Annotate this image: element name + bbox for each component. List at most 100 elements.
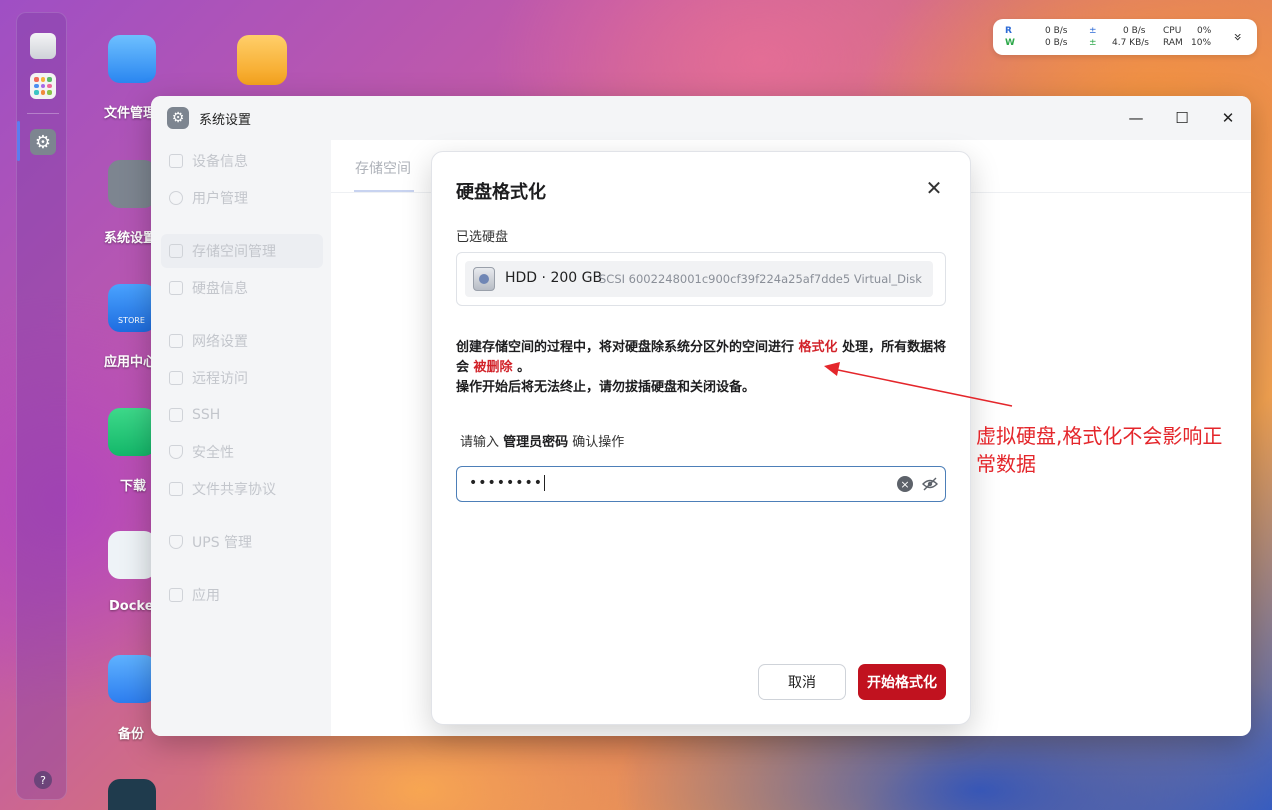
annotation-note: 虚拟硬盘,格式化不会影响正常数据 <box>976 424 1223 476</box>
write-down: 0 B/s <box>1045 38 1068 48</box>
ram-value: 10% <box>1191 38 1212 48</box>
sidebar-item-storage[interactable]: 存储空间管理 <box>161 234 323 268</box>
sidebar-item-label: 存储空间管理 <box>192 244 276 260</box>
read-up: 0 B/s <box>1123 26 1146 36</box>
sidebar-item-file-sharing[interactable]: 文件共享协议 <box>161 472 323 506</box>
selected-disk-box: HDD · 200 GB SCSI 6002248001c900cf39f224… <box>456 252 946 306</box>
store-text: STORE <box>118 316 145 325</box>
password-prompt-prefix: 请输入 <box>460 435 504 450</box>
sidebar-item-ups[interactable]: UPS 管理 <box>161 525 323 559</box>
format-warning: 创建存储空间的过程中，将对硬盘除系统分区外的空间进行 格式化 处理，所有数据将会… <box>456 338 948 398</box>
desktop-label-download: 下载 <box>120 479 147 494</box>
desktop-label-appstore: 应用中心 <box>104 355 157 370</box>
sidebar-item-ssh[interactable]: SSH <box>161 398 323 432</box>
down-arrow-icon: ± <box>1089 38 1097 48</box>
sidebar-item-label: 硬盘信息 <box>192 281 248 297</box>
minimize-button[interactable]: — <box>1124 106 1148 130</box>
password-prompt: 请输入 管理员密码 确认操作 <box>460 431 624 450</box>
desktop-label-settings: 系统设置 <box>104 231 157 246</box>
notes-icon[interactable] <box>237 35 287 85</box>
resource-monitor-icon[interactable] <box>108 779 156 810</box>
maximize-button[interactable]: ☐ <box>1170 106 1194 130</box>
read-label: R <box>1005 26 1012 36</box>
sidebar-item-apps[interactable]: 应用 <box>161 578 323 612</box>
settings-gear-icon: ⚙ <box>167 107 189 129</box>
disk-icon <box>169 281 183 295</box>
sidebar-item-remote-access[interactable]: 远程访问 <box>161 361 323 395</box>
file-manager-icon[interactable] <box>108 35 156 83</box>
password-dots: •••••••• <box>469 475 544 491</box>
sidebar-item-label: 设备信息 <box>192 154 248 170</box>
dock-settings-icon[interactable]: ⚙ <box>30 129 56 155</box>
read-down: 0 B/s <box>1045 26 1068 36</box>
ram-label: RAM <box>1163 38 1183 48</box>
sidebar-item-label: 文件共享协议 <box>192 482 276 498</box>
sidebar-item-label: 应用 <box>192 588 220 604</box>
dialog-close-button[interactable]: ✕ <box>922 176 946 200</box>
clear-input-icon[interactable]: × <box>897 476 913 492</box>
cancel-button[interactable]: 取消 <box>758 664 846 700</box>
sidebar-item-network[interactable]: 网络设置 <box>161 324 323 358</box>
user-icon <box>169 191 183 205</box>
download-icon[interactable] <box>108 408 156 456</box>
tab-storage[interactable]: 存储空间 <box>355 158 411 178</box>
sidebar-item-security[interactable]: 安全性 <box>161 435 323 469</box>
disk-entry: HDD · 200 GB SCSI 6002248001c900cf39f224… <box>465 261 933 297</box>
disk-type-size: HDD · 200 GB <box>505 270 603 286</box>
device-icon <box>169 154 183 168</box>
desktop-monitor-icon[interactable] <box>30 33 56 59</box>
write-label: W <box>1005 38 1015 48</box>
window-titlebar[interactable]: ⚙ 系统设置 — ☐ ✕ <box>151 96 1251 140</box>
eye-hidden-icon[interactable] <box>921 475 939 493</box>
system-settings-icon[interactable] <box>108 160 156 208</box>
up-arrow-icon: ± <box>1089 26 1097 36</box>
cpu-value: 0% <box>1197 26 1212 36</box>
sidebar-item-label: 网络设置 <box>192 334 248 350</box>
help-icon[interactable]: ? <box>34 771 52 789</box>
start-format-button[interactable]: 开始格式化 <box>858 664 946 700</box>
format-disk-dialog: 硬盘格式化 ✕ 已选硬盘 HDD · 200 GB SCSI 600224800… <box>431 151 971 725</box>
app-grid-icon[interactable] <box>30 73 56 99</box>
network-icon <box>169 334 183 348</box>
dock-active-indicator <box>17 121 20 161</box>
dock: ⚙ ? <box>16 12 67 800</box>
storage-icon <box>169 244 183 258</box>
warning-text-1: 创建存储空间的过程中，将对硬盘除系统分区外的空间进行 <box>456 340 799 355</box>
close-window-button[interactable]: ✕ <box>1216 106 1240 130</box>
admin-password-input[interactable]: •••••••• × <box>456 466 946 502</box>
sidebar-item-label: SSH <box>192 407 221 423</box>
password-value: •••••••• <box>469 475 546 491</box>
sidebar-item-label: 用户管理 <box>192 191 248 207</box>
sidebar-item-device-info[interactable]: 设备信息 <box>161 144 323 178</box>
settings-sidebar: 设备信息 用户管理 存储空间管理 硬盘信息 网络设置 远程访问 SSH 安全性 … <box>151 140 331 736</box>
expand-chevron-icon[interactable]: » <box>1229 33 1245 42</box>
dialog-title: 硬盘格式化 <box>456 182 546 203</box>
window-title: 系统设置 <box>199 113 252 128</box>
document-icon <box>169 482 183 496</box>
password-prompt-bold: 管理员密码 <box>503 435 569 450</box>
command-icon <box>169 588 183 602</box>
text-caret <box>544 475 546 491</box>
monitor-row-read: R 0 B/s ± 0 B/s CPU 0% <box>1005 26 1245 38</box>
sidebar-item-disk-info[interactable]: 硬盘信息 <box>161 271 323 305</box>
warning-line-2: 操作开始后将无法终止，请勿拔插硬盘和关闭设备。 <box>456 380 756 395</box>
send-icon <box>169 371 183 385</box>
sidebar-item-label: UPS 管理 <box>192 535 253 551</box>
warning-format-highlight: 格式化 <box>798 340 838 355</box>
dock-separator <box>27 113 59 114</box>
shield-icon <box>169 445 183 459</box>
docker-icon[interactable] <box>108 531 156 579</box>
monitor-row-write: W 0 B/s ± 4.7 KB/s RAM 10% <box>1005 38 1245 50</box>
backup-icon[interactable] <box>108 655 156 703</box>
system-monitor-widget[interactable]: R 0 B/s ± 0 B/s CPU 0% W 0 B/s ± 4.7 KB/… <box>993 19 1257 55</box>
cpu-label: CPU <box>1163 26 1182 36</box>
selected-disk-label: 已选硬盘 <box>456 230 509 245</box>
warning-text-3: 。 <box>512 360 531 375</box>
app-store-icon[interactable]: STORE <box>108 284 156 332</box>
sidebar-item-label: 安全性 <box>192 445 234 461</box>
warning-delete-highlight: 被删除 <box>473 360 513 375</box>
sidebar-item-label: 远程访问 <box>192 371 248 387</box>
disk-details: SCSI 6002248001c900cf39f224a25af7dde5 Vi… <box>599 272 922 286</box>
sidebar-item-users[interactable]: 用户管理 <box>161 181 323 215</box>
desktop-label-files: 文件管理 <box>104 106 157 121</box>
